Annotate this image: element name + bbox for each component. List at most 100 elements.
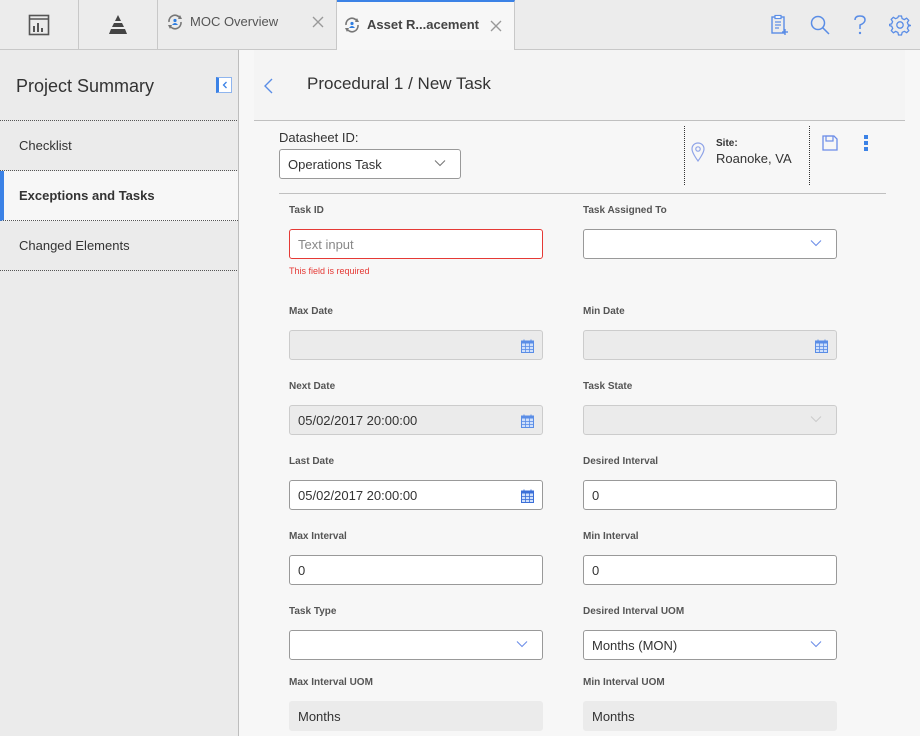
site-label: Site:	[716, 138, 738, 149]
datasheet-value: Operations Task	[288, 157, 382, 172]
field-label: Task State	[583, 381, 633, 392]
min-interval-uom-field: Min Interval UOM Months	[583, 677, 837, 731]
task-state-select	[583, 405, 837, 435]
calendar-icon[interactable]	[521, 414, 534, 428]
next-date-input: 05/02/2017 20:00:00	[289, 405, 543, 435]
field-label: Desired Interval	[583, 456, 659, 467]
main-header: Procedural 1 / New Task	[254, 50, 905, 121]
dashboard-tab[interactable]	[0, 0, 79, 49]
collapse-sidebar-button[interactable]	[216, 77, 232, 93]
top-tab-bar: MOC Overview Asset R...acement	[0, 0, 920, 50]
task-id-field: Task ID This field is required	[289, 205, 543, 276]
sidebar-item-label: Changed Elements	[19, 238, 130, 253]
desired-interval-uom-field: Desired Interval UOM Months (MON)	[583, 606, 837, 660]
tab-moc-overview[interactable]: MOC Overview	[159, 0, 337, 49]
search-button[interactable]	[800, 0, 840, 49]
close-icon[interactable]	[488, 18, 504, 34]
datasheet-select[interactable]: Operations Task	[279, 149, 461, 179]
new-record-icon	[771, 14, 788, 35]
min-interval-uom-value: Months	[583, 701, 837, 731]
tab-asset-replacement[interactable]: Asset R...acement	[337, 0, 515, 50]
field-value: 0	[592, 563, 600, 578]
max-interval-uom-field: Max Interval UOM Months	[289, 677, 543, 731]
task-assigned-to-field: Task Assigned To	[583, 205, 837, 259]
main-content: Procedural 1 / New Task Datasheet ID: Op…	[239, 50, 920, 736]
field-label: Task Type	[289, 606, 337, 617]
max-interval-uom-value: Months	[289, 701, 543, 731]
chevron-down-icon	[810, 641, 822, 648]
min-interval-input[interactable]: 0	[583, 555, 837, 585]
more-options-icon[interactable]	[861, 133, 871, 153]
search-icon	[810, 15, 830, 35]
sidebar-item-label: Exceptions and Tasks	[19, 188, 155, 203]
field-value: 0	[298, 563, 306, 578]
sidebar-item-changed-elements[interactable]: Changed Elements	[0, 221, 239, 271]
field-label: Max Interval UOM	[289, 677, 373, 688]
desired-interval-field: Desired Interval 0	[583, 456, 837, 510]
close-icon[interactable]	[310, 14, 326, 30]
chevron-down-icon	[810, 240, 822, 247]
page-title: Procedural 1 / New Task	[307, 74, 491, 93]
site-value: Roanoke, VA	[716, 151, 792, 166]
sidebar-item-exceptions-and-tasks[interactable]: Exceptions and Tasks	[0, 171, 240, 221]
calendar-icon[interactable]	[521, 339, 534, 353]
new-record-button[interactable]	[760, 0, 800, 49]
last-date-input[interactable]: 05/02/2017 20:00:00	[289, 480, 543, 510]
sidebar: Project Summary Checklist Exceptions and…	[0, 50, 240, 736]
calendar-icon[interactable]	[815, 339, 828, 353]
task-state-field: Task State	[583, 381, 837, 435]
task-assigned-to-select[interactable]	[583, 229, 837, 259]
field-label: Task Assigned To	[583, 205, 667, 216]
moc-sync-icon	[345, 17, 359, 33]
chevron-down-icon	[810, 416, 822, 423]
field-value: Months	[298, 709, 341, 724]
min-date-input	[583, 330, 837, 360]
field-label: Next Date	[289, 381, 336, 392]
max-interval-input[interactable]: 0	[289, 555, 543, 585]
dashboard-icon	[28, 14, 50, 35]
chevron-down-icon	[434, 160, 446, 167]
field-label: Task ID	[289, 205, 324, 216]
max-date-input	[289, 330, 543, 360]
task-type-select[interactable]	[289, 630, 543, 660]
pyramid-tab[interactable]	[79, 0, 158, 49]
field-label: Min Interval	[583, 531, 639, 542]
next-date-field: Next Date 05/02/2017 20:00:00	[289, 381, 543, 435]
save-icon[interactable]	[821, 134, 839, 152]
field-label: Last Date	[289, 456, 335, 467]
field-error-message: This field is required	[289, 266, 370, 276]
task-id-input[interactable]	[298, 237, 498, 252]
settings-button[interactable]	[880, 0, 920, 49]
desired-interval-uom-select[interactable]: Months (MON)	[583, 630, 837, 660]
calendar-icon[interactable]	[521, 489, 534, 503]
sidebar-title: Project Summary	[16, 76, 155, 96]
min-interval-field: Min Interval 0	[583, 531, 837, 585]
field-label: Desired Interval UOM	[583, 606, 685, 617]
sidebar-header: Project Summary	[0, 50, 239, 121]
datasheet-row: Datasheet ID: Operations Task Site: Roan…	[279, 121, 886, 194]
field-label: Min Interval UOM	[583, 677, 665, 688]
field-label: Max Interval	[289, 531, 347, 542]
sidebar-item-checklist[interactable]: Checklist	[0, 121, 239, 171]
chevron-left-icon	[222, 81, 227, 89]
desired-interval-input[interactable]: 0	[583, 480, 837, 510]
max-interval-field: Max Interval 0	[289, 531, 543, 585]
field-value: Months	[592, 709, 635, 724]
select-value: Months (MON)	[592, 638, 678, 653]
tab-label: Asset R...acement	[367, 17, 479, 32]
location-pin-icon	[691, 142, 705, 162]
datasheet-label: Datasheet ID:	[279, 130, 359, 145]
back-icon[interactable]	[261, 76, 277, 96]
gear-icon	[889, 14, 911, 36]
field-label: Min Date	[583, 306, 625, 317]
help-icon	[854, 14, 866, 34]
field-label: Max Date	[289, 306, 333, 317]
last-date-field: Last Date 05/02/2017 20:00:00	[289, 456, 543, 510]
task-type-field: Task Type	[289, 606, 543, 660]
min-date-field: Min Date	[583, 306, 837, 360]
help-button[interactable]	[840, 0, 880, 49]
toolbar-actions	[760, 0, 920, 49]
sidebar-item-label: Checklist	[19, 138, 72, 153]
field-value: 0	[592, 488, 600, 503]
site-info: Site: Roanoke, VA	[684, 126, 810, 185]
